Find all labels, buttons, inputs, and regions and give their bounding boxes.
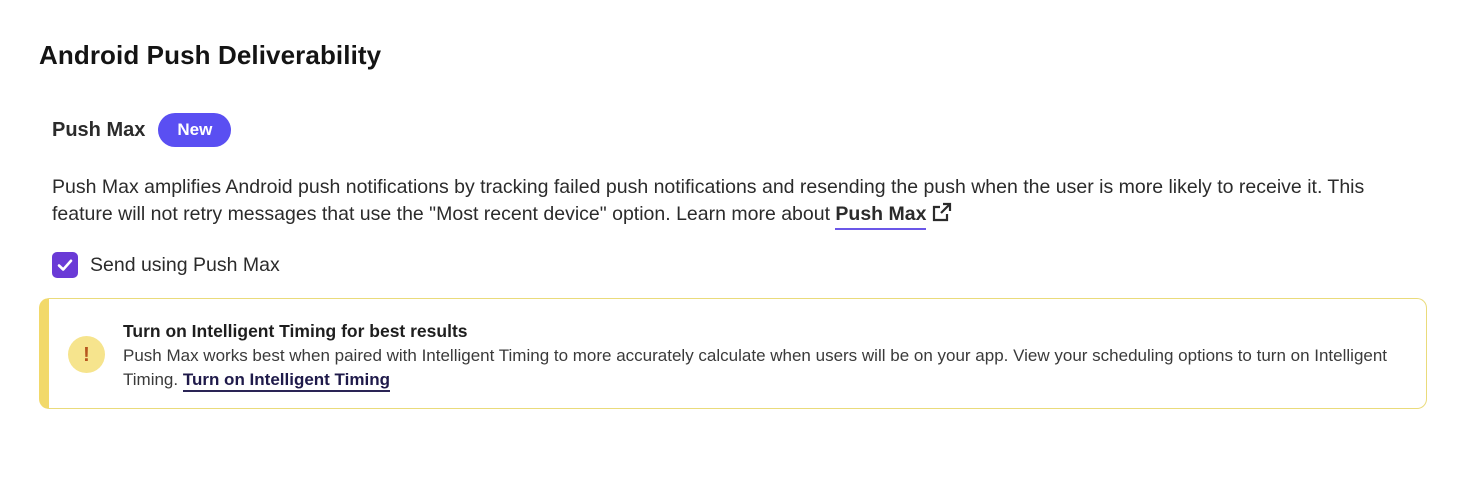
feature-description: Push Max amplifies Android push notifica… — [52, 174, 1422, 230]
checkbox-label: Send using Push Max — [90, 253, 280, 276]
section-title: Android Push Deliverability — [39, 40, 382, 70]
exclamation-icon: ! — [68, 336, 105, 373]
turn-on-intelligent-timing-link[interactable]: Turn on Intelligent Timing — [182, 370, 390, 392]
feature-name: Push Max — [52, 118, 146, 141]
send-using-push-max-checkbox[interactable] — [52, 252, 78, 278]
feature-header: Push Max New — [52, 113, 232, 147]
external-link-icon[interactable] — [932, 202, 952, 230]
checkmark-icon — [57, 259, 73, 271]
push-max-learn-more-link[interactable]: Push Max — [835, 203, 927, 230]
alert-title: Turn on Intelligent Timing for best resu… — [123, 321, 468, 341]
push-deliverability-panel: Android Push Deliverability Push Max New… — [0, 0, 1472, 480]
description-text: Push Max amplifies Android push notifica… — [52, 176, 1365, 225]
send-using-push-max-option[interactable]: Send using Push Max — [52, 252, 280, 278]
intelligent-timing-alert: ! Turn on Intelligent Timing for best re… — [39, 298, 1427, 409]
new-badge: New — [158, 113, 232, 147]
alert-body: Push Max works best when paired with Int… — [123, 344, 1413, 392]
